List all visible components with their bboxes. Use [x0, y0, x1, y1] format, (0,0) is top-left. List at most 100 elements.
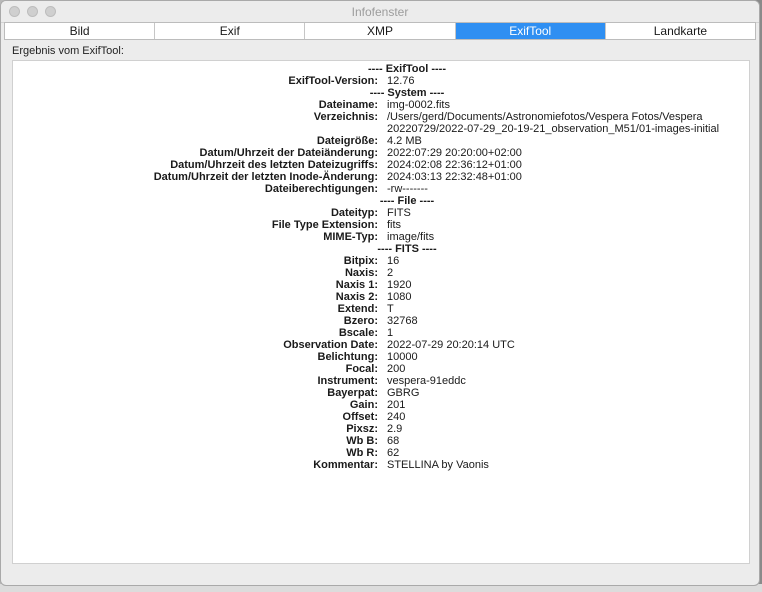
metadata-value: 1080	[387, 291, 412, 303]
section-header: ---- System ----	[369, 87, 445, 99]
metadata-row: Datum/Uhrzeit des letzten Dateizugriffs:…	[13, 159, 749, 171]
metadata-row: Focal: 200	[13, 363, 749, 375]
metadata-row: Observation Date: 2022-07-29 20:20:14 UTC	[13, 339, 749, 351]
metadata-row: Bscale: 1	[13, 327, 749, 339]
metadata-value: 2	[387, 267, 394, 279]
metadata-value: 16	[387, 255, 400, 267]
metadata-value: 68	[387, 435, 400, 447]
metadata-value: T	[387, 303, 394, 315]
metadata-row: File Type Extension: fits	[13, 219, 749, 231]
metadata-key: Wb R:	[346, 447, 378, 459]
metadata-row: Instrument: vespera-91eddc	[13, 375, 749, 387]
metadata-value: 201	[387, 399, 406, 411]
metadata-value: 12.76	[387, 75, 415, 87]
metadata-key: MIME-Typ:	[323, 231, 378, 243]
metadata-value: fits	[387, 219, 402, 231]
metadata-key: Gain:	[349, 399, 378, 411]
metadata-value: 240	[387, 411, 406, 423]
metadata-value: vespera-91eddc	[387, 375, 466, 387]
metadata-value: 2022-07-29 20:20:14 UTC	[387, 339, 515, 351]
metadata-key: Dateityp:	[330, 207, 378, 219]
metadata-row: MIME-Typ: image/fits	[13, 231, 749, 243]
metadata-value: GBRG	[387, 387, 420, 399]
metadata-value: 1920	[387, 279, 412, 291]
metadata-key: Offset:	[342, 411, 378, 423]
metadata-row: Dateigröße: 4.2 MB	[13, 135, 749, 147]
metadata-key: Wb B:	[346, 435, 378, 447]
metadata-row: Kommentar: STELLINA by Vaonis	[13, 459, 749, 471]
info-window: Infofenster Bild Exif XMP ExifTool Landkarte…	[0, 0, 760, 586]
metadata-row: Datum/Uhrzeit der Dateiänderung: 2022:07:…	[13, 147, 749, 159]
tab-bar: Bild Exif XMP ExifTool Landkarte	[4, 22, 756, 40]
metadata-value: 2024:03:13 22:32:48+01:00	[387, 171, 522, 183]
metadata-value: FITS	[387, 207, 411, 219]
metadata-row: Dateiberechtigungen: -rw-------	[13, 183, 749, 195]
metadata-key: ExifTool-Version:	[288, 75, 378, 87]
metadata-key: Kommentar:	[313, 459, 378, 471]
tab-xmp[interactable]: XMP	[305, 23, 456, 39]
metadata-key: Naxis 2:	[335, 291, 378, 303]
tab-bild[interactable]: Bild	[5, 23, 156, 39]
metadata-row: Pixsz: 2.9	[13, 423, 749, 435]
metadata-key: File Type Extension:	[271, 219, 378, 231]
metadata-row: Naxis 2: 1080	[13, 291, 749, 303]
metadata-value: 2.9	[387, 423, 403, 435]
metadata-row: Naxis: 2	[13, 267, 749, 279]
metadata-key: Bayerpat:	[327, 387, 378, 399]
metadata-value: 10000	[387, 351, 418, 363]
metadata-key: Extend:	[337, 303, 378, 315]
metadata-key: Pixsz:	[346, 423, 378, 435]
metadata-key: Naxis:	[344, 267, 378, 279]
metadata-key: Focal:	[345, 363, 378, 375]
metadata-row: Wb R: 62	[13, 447, 749, 459]
metadata-value: 32768	[387, 315, 418, 327]
metadata-value: 2022:07:29 20:20:00+02:00	[387, 147, 522, 159]
metadata-key: Bscale:	[338, 327, 378, 339]
metadata-key: Dateigröße:	[316, 135, 378, 147]
metadata-value: img-0002.fits	[387, 99, 450, 111]
metadata-key: Dateiberechtigungen:	[264, 183, 378, 195]
section-header: ---- File ----	[379, 195, 435, 207]
metadata-row: Extend: T	[13, 303, 749, 315]
window-title: Infofenster	[351, 5, 409, 19]
metadata-list: ---- ExifTool ---- ExifTool-Version: 12.76…	[13, 63, 749, 471]
exiftool-result-panel[interactable]: ---- ExifTool ---- ExifTool-Version: 12.76…	[12, 60, 750, 564]
metadata-row: Wb B: 68	[13, 435, 749, 447]
section-header: ---- ExifTool ----	[368, 63, 446, 75]
metadata-row: Datum/Uhrzeit der letzten Inode-Änderung…	[13, 171, 749, 183]
metadata-row: Gain: 201	[13, 399, 749, 411]
metadata-row: Bitpix: 16	[13, 255, 749, 267]
metadata-value: image/fits	[387, 231, 435, 243]
metadata-value: 4.2 MB	[387, 135, 422, 147]
metadata-row: ExifTool-Version: 12.76	[13, 75, 749, 87]
metadata-key: Datum/Uhrzeit der letzten Inode-Änderung…	[153, 171, 378, 183]
metadata-key: Naxis 1:	[335, 279, 378, 291]
tab-landkarte[interactable]: Landkarte	[605, 23, 756, 39]
metadata-key: Datum/Uhrzeit des letzten Dateizugriffs:	[170, 159, 378, 171]
metadata-value: -rw-------	[387, 183, 428, 195]
metadata-value: 2024:02:08 22:36:12+01:00	[387, 159, 522, 171]
metadata-row: Offset: 240	[13, 411, 749, 423]
metadata-row: Dateiname: img-0002.fits	[13, 99, 749, 111]
metadata-value: 62	[387, 447, 400, 459]
metadata-row: Verzeichnis: /Users/gerd/Documents/Astron…	[13, 111, 749, 135]
metadata-row: Bayerpat: GBRG	[13, 387, 749, 399]
result-label: Ergebnis vom ExifTool:	[12, 45, 124, 57]
section-header: ---- FITS ----	[377, 243, 437, 255]
metadata-key: Observation Date:	[283, 339, 378, 351]
metadata-key: Datum/Uhrzeit der Dateiänderung:	[199, 147, 378, 159]
metadata-key: Verzeichnis:	[313, 111, 378, 123]
metadata-key: Bzero:	[343, 315, 378, 327]
tab-exiftool[interactable]: ExifTool	[455, 23, 606, 39]
tab-exif[interactable]: Exif	[155, 23, 306, 39]
title-bar[interactable]: Infofenster	[1, 1, 759, 23]
metadata-value: /Users/gerd/Documents/Astronomiefotos/Ve…	[387, 111, 720, 135]
metadata-key: Dateiname:	[318, 99, 378, 111]
metadata-row: Belichtung: 10000	[13, 351, 749, 363]
metadata-key: Instrument:	[317, 375, 379, 387]
metadata-value: 200	[387, 363, 406, 375]
metadata-key: Bitpix:	[343, 255, 378, 267]
metadata-key: Belichtung:	[317, 351, 379, 363]
metadata-row: Naxis 1: 1920	[13, 279, 749, 291]
metadata-value: 1	[387, 327, 394, 339]
